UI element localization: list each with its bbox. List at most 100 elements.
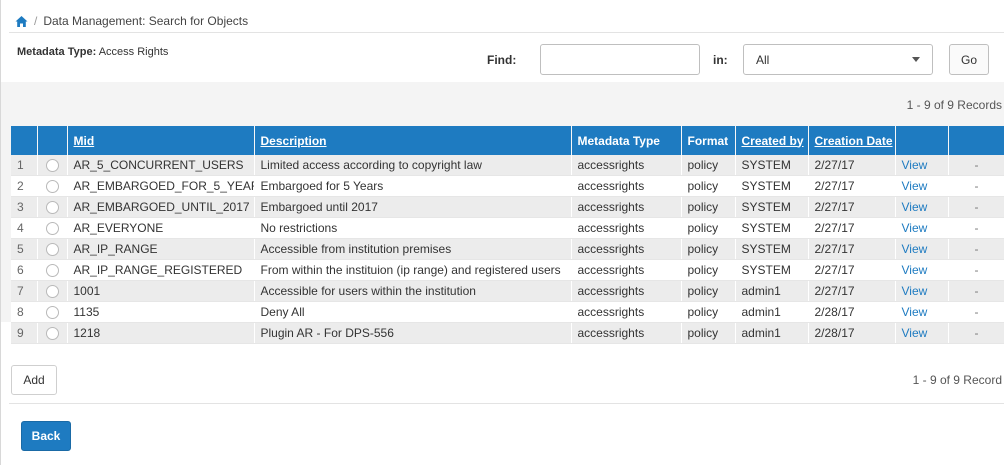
- row-creation-date: 2/27/17: [808, 196, 896, 218]
- row-mid: AR_5_CONCURRENT_USERS: [67, 155, 255, 176]
- table-row[interactable]: 8 1135 Deny All accessrights policy admi…: [11, 301, 1004, 323]
- row-actions[interactable]: -: [948, 196, 1004, 218]
- header-row-number: [11, 126, 38, 155]
- row-created-by: SYSTEM: [735, 175, 809, 197]
- home-icon[interactable]: [15, 15, 28, 28]
- back-button[interactable]: Back: [21, 421, 71, 451]
- radio-button-icon[interactable]: [45, 201, 59, 215]
- radio-button-icon[interactable]: [45, 285, 59, 299]
- table-row[interactable]: 2 AR_EMBARGOED_FOR_5_YEARS Embargoed for…: [11, 175, 1004, 197]
- header-description[interactable]: Description: [254, 126, 572, 155]
- table-row[interactable]: 4 AR_EVERYONE No restrictions accessrigh…: [11, 217, 1004, 239]
- radio-button-icon[interactable]: [45, 306, 59, 320]
- table-row[interactable]: 1 AR_5_CONCURRENT_USERS Limited access a…: [11, 155, 1004, 176]
- search-scope-select[interactable]: All: [743, 44, 933, 75]
- row-created-by: admin1: [735, 280, 809, 302]
- header-format: Format: [681, 126, 736, 155]
- row-description: From within the instituion (ip range) an…: [254, 259, 572, 281]
- radio-button-icon[interactable]: [45, 180, 59, 194]
- table-row[interactable]: 5 AR_IP_RANGE Accessible from institutio…: [11, 238, 1004, 260]
- footer-divider: [9, 403, 1004, 404]
- row-creation-date: 2/27/17: [808, 259, 896, 281]
- row-actions[interactable]: -: [948, 301, 1004, 323]
- view-link[interactable]: View: [895, 322, 949, 344]
- row-format: policy: [681, 301, 736, 323]
- header-creation-date[interactable]: Creation Date: [808, 126, 896, 155]
- results-table: Mid Description Metadata Type Format Cre…: [11, 126, 1004, 344]
- view-link[interactable]: View: [895, 217, 949, 239]
- row-number: 3: [11, 196, 38, 218]
- row-actions[interactable]: -: [948, 155, 1004, 176]
- metadata-type: Metadata Type: Access Rights: [17, 46, 168, 58]
- row-number: 5: [11, 238, 38, 260]
- row-actions[interactable]: -: [948, 217, 1004, 239]
- header-mid[interactable]: Mid: [67, 126, 255, 155]
- row-number: 4: [11, 217, 38, 239]
- row-description: Embargoed for 5 Years: [254, 175, 572, 197]
- in-label: in:: [713, 53, 728, 67]
- header-select: [37, 126, 68, 155]
- view-link[interactable]: View: [895, 155, 949, 176]
- page: / Data Management: Search for Objects Me…: [0, 0, 1004, 465]
- breadcrumb-separator: /: [34, 14, 38, 28]
- breadcrumb-divider: [9, 32, 1004, 33]
- row-actions[interactable]: -: [948, 175, 1004, 197]
- radio-button-icon[interactable]: [45, 222, 59, 236]
- metadata-type-label: Metadata Type:: [17, 46, 97, 58]
- row-description: Limited access according to copyright la…: [254, 155, 572, 176]
- header-created-by[interactable]: Created by: [735, 126, 809, 155]
- go-button[interactable]: Go: [949, 44, 989, 75]
- row-created-by: SYSTEM: [735, 238, 809, 260]
- view-link[interactable]: View: [895, 175, 949, 197]
- row-mid: AR_IP_RANGE: [67, 238, 255, 260]
- row-creation-date: 2/28/17: [808, 322, 896, 344]
- row-metadata-type: accessrights: [571, 259, 682, 281]
- row-format: policy: [681, 175, 736, 197]
- row-creation-date: 2/28/17: [808, 301, 896, 323]
- row-creation-date: 2/27/17: [808, 175, 896, 197]
- view-link[interactable]: View: [895, 238, 949, 260]
- row-actions[interactable]: -: [948, 280, 1004, 302]
- row-actions[interactable]: -: [948, 238, 1004, 260]
- radio-button-icon[interactable]: [45, 159, 59, 173]
- row-actions[interactable]: -: [948, 322, 1004, 344]
- row-creation-date: 2/27/17: [808, 238, 896, 260]
- header-actions: [948, 126, 1004, 155]
- row-description: Deny All: [254, 301, 572, 323]
- view-link[interactable]: View: [895, 280, 949, 302]
- row-format: policy: [681, 155, 736, 176]
- row-actions[interactable]: -: [948, 259, 1004, 281]
- table-row[interactable]: 9 1218 Plugin AR - For DPS-556 accessrig…: [11, 322, 1004, 344]
- row-number: 7: [11, 280, 38, 302]
- row-metadata-type: accessrights: [571, 301, 682, 323]
- row-creation-date: 2/27/17: [808, 155, 896, 176]
- row-description: Embargoed until 2017: [254, 196, 572, 218]
- row-description: Accessible from institution premises: [254, 238, 572, 260]
- row-format: policy: [681, 217, 736, 239]
- view-link[interactable]: View: [895, 196, 949, 218]
- table-header-row: Mid Description Metadata Type Format Cre…: [11, 126, 1004, 155]
- row-format: policy: [681, 280, 736, 302]
- add-button[interactable]: Add: [11, 365, 57, 395]
- row-metadata-type: accessrights: [571, 155, 682, 176]
- radio-button-icon[interactable]: [45, 327, 59, 341]
- view-link[interactable]: View: [895, 301, 949, 323]
- record-count-bottom: 1 - 9 of 9 Record: [912, 373, 1002, 387]
- row-number: 2: [11, 175, 38, 197]
- row-mid: AR_IP_RANGE_REGISTERED: [67, 259, 255, 281]
- header-metadata-type: Metadata Type: [571, 126, 682, 155]
- view-link[interactable]: View: [895, 259, 949, 281]
- find-input[interactable]: [540, 44, 700, 75]
- radio-button-icon[interactable]: [45, 243, 59, 257]
- breadcrumb: / Data Management: Search for Objects: [15, 13, 248, 29]
- radio-button-icon[interactable]: [45, 264, 59, 278]
- table-row[interactable]: 6 AR_IP_RANGE_REGISTERED From within the…: [11, 259, 1004, 281]
- row-created-by: admin1: [735, 301, 809, 323]
- table-row[interactable]: 3 AR_EMBARGOED_UNTIL_2017 Embargoed unti…: [11, 196, 1004, 218]
- row-metadata-type: accessrights: [571, 238, 682, 260]
- row-creation-date: 2/27/17: [808, 217, 896, 239]
- row-mid: AR_EMBARGOED_UNTIL_2017: [67, 196, 255, 218]
- chevron-down-icon: [912, 57, 920, 62]
- row-format: policy: [681, 238, 736, 260]
- table-row[interactable]: 7 1001 Accessible for users within the i…: [11, 280, 1004, 302]
